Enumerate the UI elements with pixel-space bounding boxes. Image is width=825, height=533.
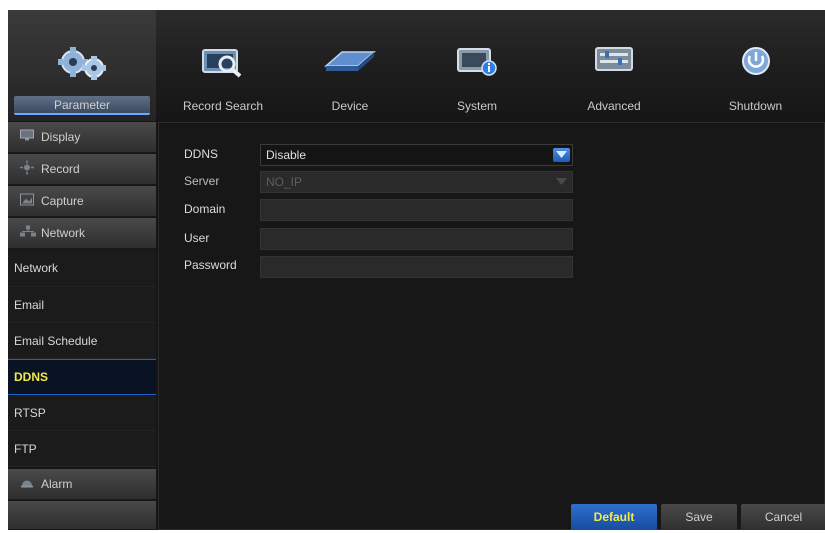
capture-icon	[20, 193, 34, 209]
settings-sidebar: Display Record Capture Network Network E…	[8, 122, 156, 530]
cancel-button[interactable]: Cancel	[741, 504, 825, 530]
sidebar-item-network[interactable]: Network	[8, 218, 156, 249]
tab-label: Record Search	[182, 99, 264, 113]
sidebar-item-next[interactable]	[8, 501, 156, 530]
sidebar-item-label: Capture	[41, 194, 84, 208]
ddns-select[interactable]: Disable	[260, 144, 573, 166]
ddns-label: DDNS	[184, 147, 219, 161]
gears-icon	[53, 46, 111, 87]
tab-label: Device	[331, 99, 369, 113]
sidebar-item-label: Network	[14, 261, 59, 275]
display-icon	[20, 129, 34, 145]
sidebar-item-label: DDNS	[14, 370, 49, 384]
sidebar-subitem-network[interactable]: Network	[8, 250, 156, 287]
system-info-icon	[455, 46, 499, 81]
sidebar-subitem-email[interactable]: Email	[8, 287, 156, 323]
record-icon	[20, 160, 34, 178]
hard-drive-icon	[322, 46, 378, 79]
tab-system[interactable]: System	[412, 10, 542, 121]
alarm-icon	[20, 477, 34, 492]
tab-advanced[interactable]: Advanced	[544, 10, 684, 121]
sidebar-item-label: Record	[41, 162, 80, 176]
dvr-settings-window: Parameter Record Search Device System Ad…	[8, 10, 825, 530]
search-icon	[199, 46, 247, 83]
chevron-down-icon[interactable]	[553, 175, 570, 189]
server-value: NO_IP	[266, 175, 303, 189]
top-navigation: Parameter Record Search Device System Ad…	[8, 10, 825, 121]
domain-field[interactable]	[260, 199, 573, 221]
domain-label: Domain	[184, 202, 226, 216]
advanced-settings-icon	[594, 46, 634, 79]
tab-parameter[interactable]: Parameter	[8, 10, 156, 121]
chevron-down-icon[interactable]	[553, 148, 570, 162]
sidebar-item-label: Network	[41, 226, 86, 240]
sidebar-subitem-email-schedule[interactable]: Email Schedule	[8, 323, 156, 359]
power-icon	[739, 46, 773, 81]
password-field[interactable]	[260, 256, 573, 278]
sidebar-item-label: Email Schedule	[14, 333, 98, 348]
sidebar-item-record[interactable]: Record	[8, 154, 156, 185]
sidebar-item-label: Display	[41, 130, 81, 144]
tab-label: Shutdown	[728, 99, 783, 113]
save-button[interactable]: Save	[661, 504, 737, 530]
sidebar-item-label: Email	[14, 297, 45, 312]
tab-label: System	[456, 99, 497, 113]
tab-record-search[interactable]: Record Search	[158, 10, 288, 121]
sidebar-item-label: FTP	[14, 441, 37, 456]
default-button[interactable]: Default	[571, 504, 657, 530]
sidebar-item-display[interactable]: Display	[8, 122, 156, 153]
tab-device[interactable]: Device	[290, 10, 410, 121]
user-field[interactable]	[260, 228, 573, 250]
tab-label: Parameter	[14, 96, 150, 115]
server-label: Server	[184, 174, 220, 188]
user-label: User	[184, 231, 210, 245]
ddns-settings-panel: DDNS Disable Server NO_IP Domain User Pa…	[158, 122, 825, 530]
sidebar-item-label: RTSP	[14, 405, 46, 420]
sidebar-subitem-rtsp[interactable]: RTSP	[8, 395, 156, 431]
server-select[interactable]: NO_IP	[260, 171, 573, 193]
sidebar-item-capture[interactable]: Capture	[8, 186, 156, 217]
tab-shutdown[interactable]: Shutdown	[686, 10, 825, 121]
ddns-value: Disable	[266, 148, 307, 162]
password-label: Password	[184, 258, 237, 272]
tab-label: Advanced	[587, 99, 641, 113]
sidebar-subitem-ftp[interactable]: FTP	[8, 431, 156, 467]
network-icon	[20, 225, 36, 241]
sidebar-item-alarm[interactable]: Alarm	[8, 469, 156, 500]
sidebar-item-label: Alarm	[41, 477, 73, 491]
sidebar-subitem-ddns[interactable]: DDNS	[8, 359, 156, 395]
